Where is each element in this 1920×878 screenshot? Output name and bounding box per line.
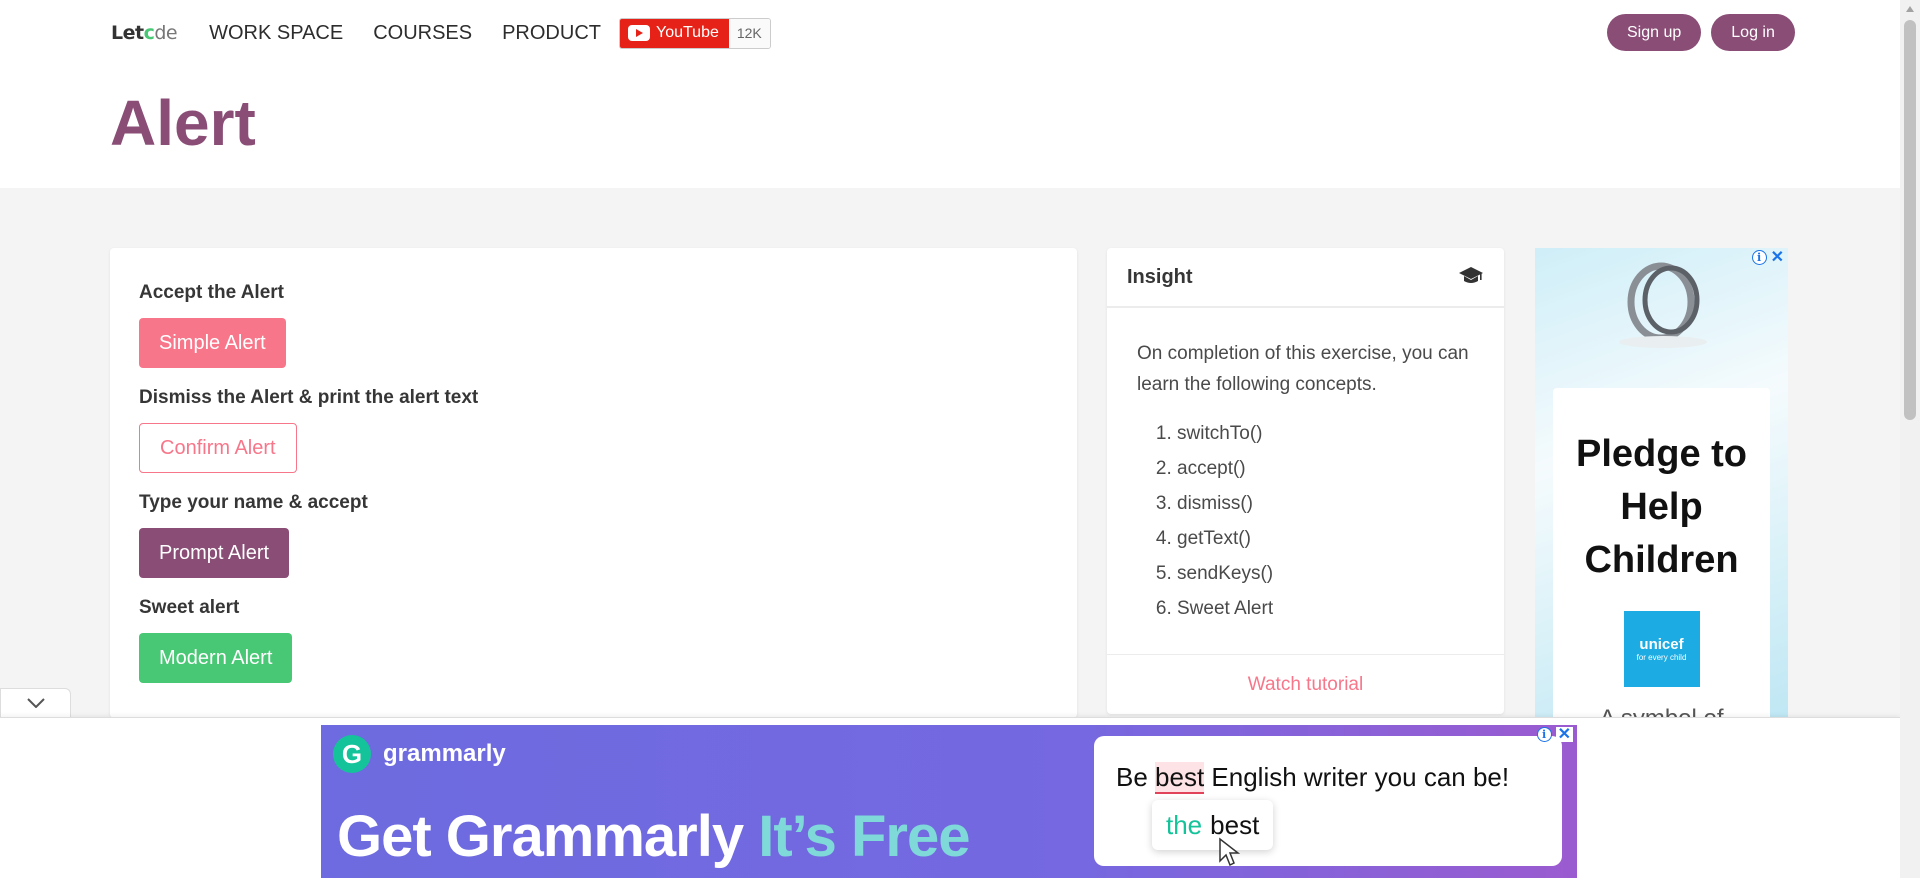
prompt-alert-label: Type your name & accept: [139, 492, 368, 513]
concept-item: getText(): [1177, 521, 1474, 556]
concept-item: accept(): [1177, 451, 1474, 486]
youtube-subscriber-count: 12K: [728, 18, 770, 48]
ad-close-icon[interactable]: ✕: [1555, 727, 1573, 743]
youtube-label: YouTube: [655, 24, 719, 41]
insight-card: Insight On completion of this exercise, …: [1107, 248, 1504, 714]
grammarly-banner-ad[interactable]: G grammarly Get Grammarly It’s Free Be b…: [321, 725, 1577, 878]
insight-title: Insight: [1127, 265, 1193, 288]
unicef-name: unicef: [1639, 636, 1684, 653]
suggestion-word: best: [1210, 809, 1260, 840]
logo-text-bold: Let: [111, 22, 144, 44]
ad-info-icon[interactable]: i: [1536, 727, 1552, 742]
suggestion-popup: the best: [1152, 800, 1274, 850]
sentence-pre: Be: [1116, 762, 1156, 792]
unicef-tagline: for every child: [1636, 653, 1687, 662]
page-title: Alert: [110, 87, 256, 159]
demo-sentence: Be best English writer you can be!: [1116, 762, 1510, 794]
grammarly-logo-icon: G: [333, 735, 371, 773]
signup-button[interactable]: Sign up: [1607, 14, 1702, 51]
confirm-alert-button[interactable]: Confirm Alert: [139, 423, 297, 473]
nav-workspace[interactable]: WORK SPACE: [209, 22, 343, 45]
alert-exercise-card: Accept the Alert Simple Alert Dismiss th…: [110, 248, 1077, 718]
grammarly-brand: G grammarly: [333, 735, 506, 773]
sentence-post: English writer you can be!: [1204, 762, 1510, 792]
concept-item: Sweet Alert: [1177, 591, 1474, 626]
youtube-button[interactable]: YouTube: [619, 18, 729, 48]
grammarly-demo-box: Be best English writer you can be! the b…: [1094, 736, 1562, 866]
ad-info-icon[interactable]: i: [1751, 250, 1767, 265]
concept-item: dismiss(): [1177, 486, 1474, 521]
modern-alert-button[interactable]: Modern Alert: [139, 633, 293, 683]
collapse-ad-tab[interactable]: [0, 688, 71, 718]
page-scrollbar[interactable]: [1900, 0, 1920, 878]
logo-text-rest: de: [154, 22, 178, 44]
graduation-cap-icon: [1458, 265, 1484, 290]
sweet-alert-label: Sweet alert: [139, 597, 240, 618]
bottom-ad-controls: i ✕: [1536, 727, 1573, 743]
nav-courses[interactable]: COURSES: [373, 22, 472, 45]
navbar: Letcde WORK SPACE COURSES PRODUCT YouTub…: [111, 14, 771, 52]
ad-close-icon[interactable]: ✕: [1771, 250, 1784, 266]
nav-product[interactable]: PRODUCT: [502, 22, 601, 45]
accept-alert-label: Accept the Alert: [139, 282, 284, 303]
youtube-play-icon: [627, 25, 650, 41]
scroll-up-icon[interactable]: [1906, 6, 1914, 12]
insight-footer: Watch tutorial: [1107, 654, 1504, 714]
headline-accent: It’s Free: [758, 804, 970, 869]
bottom-ad-bar: G grammarly Get Grammarly It’s Free Be b…: [0, 717, 1900, 878]
logo-text-accent: c: [143, 22, 155, 44]
headline-main: Get Grammarly: [337, 804, 744, 869]
youtube-subscribe-widget[interactable]: YouTube 12K: [618, 17, 771, 49]
ring-image: [1613, 250, 1713, 350]
concepts-list: switchTo() accept() dismiss() getText() …: [1177, 416, 1474, 626]
simple-alert-button[interactable]: Simple Alert: [139, 318, 286, 368]
insight-header: Insight: [1107, 248, 1504, 308]
unicef-logo: unicef for every child: [1623, 611, 1700, 687]
mouse-cursor-icon: [1218, 837, 1241, 872]
dismiss-alert-label: Dismiss the Alert & print the alert text: [139, 387, 479, 408]
site-header: Letcde WORK SPACE COURSES PRODUCT YouTub…: [0, 0, 1900, 188]
insight-intro: On completion of this exercise, you can …: [1137, 343, 1469, 395]
concept-item: switchTo(): [1177, 416, 1474, 451]
concept-item: sendKeys(): [1177, 556, 1474, 591]
ad-controls: i ✕: [1751, 250, 1784, 266]
scrollbar-thumb[interactable]: [1904, 20, 1916, 420]
letcode-logo[interactable]: Letcde: [111, 22, 178, 44]
sentence-marked-word: best: [1155, 762, 1205, 794]
grammarly-headline: Get Grammarly It’s Free: [337, 803, 971, 870]
side-advertisement[interactable]: i ✕ Pledge to Help Children unicef for e…: [1535, 248, 1788, 718]
side-ad-panel: Pledge to Help Children unicef for every…: [1553, 388, 1770, 718]
grammarly-name: grammarly: [383, 740, 506, 767]
side-ad-headline: Pledge to Help Children: [1575, 433, 1748, 581]
watch-tutorial-link[interactable]: Watch tutorial: [1248, 674, 1363, 696]
login-button[interactable]: Log in: [1711, 14, 1795, 51]
auth-buttons: Sign up Log in: [1607, 14, 1795, 51]
prompt-alert-button[interactable]: Prompt Alert: [139, 528, 290, 578]
insight-body: On completion of this exercise, you can …: [1107, 308, 1504, 626]
chevron-down-icon: [26, 695, 45, 713]
suggestion-insert: the: [1166, 809, 1203, 840]
